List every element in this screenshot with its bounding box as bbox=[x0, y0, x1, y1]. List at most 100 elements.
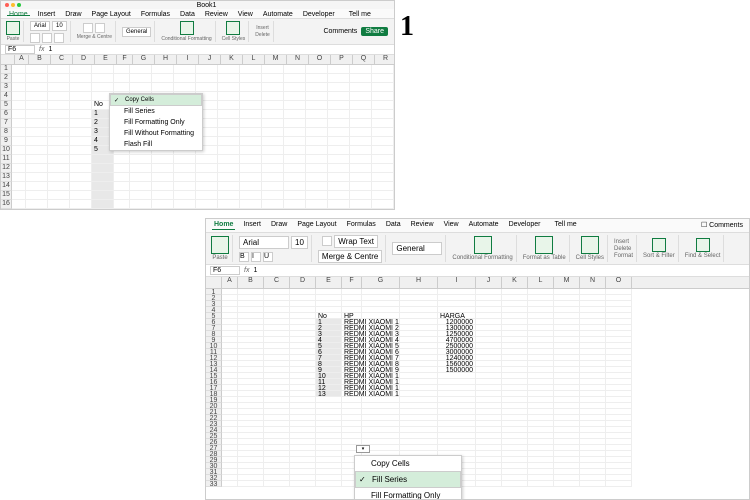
cell[interactable] bbox=[372, 110, 394, 119]
cell[interactable] bbox=[372, 182, 394, 191]
cell[interactable] bbox=[48, 182, 70, 191]
cell[interactable] bbox=[328, 173, 350, 182]
cell[interactable] bbox=[262, 92, 284, 101]
tab-insert[interactable]: Insert bbox=[36, 11, 58, 16]
cell[interactable] bbox=[306, 137, 328, 146]
cell[interactable] bbox=[114, 155, 130, 164]
cell[interactable] bbox=[196, 164, 218, 173]
menu-item-fill-formatting-only[interactable]: Fill Formatting Only bbox=[110, 117, 202, 128]
cell[interactable] bbox=[350, 119, 372, 128]
cell[interactable] bbox=[70, 83, 92, 92]
cell[interactable] bbox=[92, 155, 114, 164]
cell[interactable] bbox=[350, 110, 372, 119]
tab-review[interactable]: Review bbox=[203, 11, 230, 16]
cell[interactable] bbox=[372, 164, 394, 173]
cell[interactable] bbox=[114, 200, 130, 209]
cell[interactable] bbox=[174, 182, 196, 191]
row-header[interactable]: 6 bbox=[1, 110, 12, 119]
cell[interactable] bbox=[174, 173, 196, 182]
tab-automate[interactable]: Automate bbox=[467, 221, 501, 230]
cell[interactable] bbox=[92, 83, 114, 92]
cell[interactable] bbox=[196, 182, 218, 191]
fontsize-select[interactable]: 10 bbox=[291, 236, 308, 249]
cell[interactable] bbox=[264, 481, 290, 487]
cell[interactable] bbox=[350, 128, 372, 137]
cell[interactable] bbox=[240, 110, 262, 119]
minimize-icon[interactable] bbox=[11, 3, 15, 7]
cell[interactable] bbox=[350, 92, 372, 101]
underline-button[interactable] bbox=[54, 33, 64, 43]
italic-button[interactable]: I bbox=[251, 252, 261, 262]
tab-formulas[interactable]: Formulas bbox=[139, 11, 172, 16]
cell[interactable] bbox=[152, 164, 174, 173]
cell[interactable] bbox=[196, 74, 218, 83]
cell[interactable] bbox=[306, 155, 328, 164]
cell[interactable] bbox=[196, 65, 218, 74]
row-header[interactable]: 33 bbox=[206, 481, 222, 487]
cell[interactable] bbox=[372, 191, 394, 200]
menu-item-copy-cells[interactable]: Copy Cells bbox=[110, 94, 202, 106]
cell[interactable] bbox=[12, 173, 26, 182]
name-box[interactable]: F6 bbox=[5, 45, 35, 54]
cell[interactable] bbox=[350, 101, 372, 110]
cell[interactable] bbox=[328, 101, 350, 110]
cell[interactable] bbox=[262, 65, 284, 74]
col-header[interactable]: N bbox=[287, 55, 309, 64]
cell[interactable] bbox=[26, 191, 48, 200]
font-select[interactable]: Arial bbox=[30, 21, 50, 31]
cell[interactable] bbox=[12, 92, 26, 101]
cell[interactable] bbox=[48, 191, 70, 200]
col-header[interactable]: G bbox=[133, 55, 155, 64]
cell[interactable] bbox=[284, 173, 306, 182]
cell[interactable] bbox=[580, 481, 606, 487]
cell[interactable] bbox=[290, 481, 316, 487]
col-header[interactable]: H bbox=[155, 55, 177, 64]
cell[interactable] bbox=[262, 173, 284, 182]
cell[interactable] bbox=[218, 182, 240, 191]
row-header[interactable]: 1 bbox=[1, 65, 12, 74]
cell[interactable] bbox=[306, 128, 328, 137]
name-box[interactable]: F6 bbox=[210, 266, 240, 275]
tab-developer[interactable]: Developer bbox=[507, 221, 543, 230]
cell[interactable] bbox=[218, 83, 240, 92]
cell[interactable] bbox=[240, 119, 262, 128]
cell[interactable] bbox=[114, 74, 130, 83]
cell[interactable] bbox=[130, 182, 152, 191]
cell[interactable] bbox=[26, 164, 48, 173]
cell[interactable] bbox=[372, 83, 394, 92]
cell[interactable] bbox=[48, 101, 70, 110]
cell[interactable] bbox=[240, 83, 262, 92]
tab-insert[interactable]: Insert bbox=[241, 221, 263, 230]
cell[interactable] bbox=[152, 65, 174, 74]
cell[interactable] bbox=[328, 146, 350, 155]
row-header[interactable]: 15 bbox=[1, 191, 12, 200]
tab-page-layout[interactable]: Page Layout bbox=[295, 221, 338, 230]
cell[interactable] bbox=[12, 182, 26, 191]
cell[interactable] bbox=[26, 128, 48, 137]
col-header[interactable]: H bbox=[400, 277, 438, 288]
cell[interactable] bbox=[306, 92, 328, 101]
cell[interactable] bbox=[306, 101, 328, 110]
cell[interactable] bbox=[262, 191, 284, 200]
cell[interactable] bbox=[130, 83, 152, 92]
cell[interactable] bbox=[240, 173, 262, 182]
cell[interactable] bbox=[92, 164, 114, 173]
cell[interactable] bbox=[284, 137, 306, 146]
col-header[interactable]: K bbox=[221, 55, 243, 64]
grid[interactable]: ABCDEFGHIJKLMNO 12345NoHPHARGA61REDMI XI… bbox=[206, 277, 749, 499]
cell[interactable] bbox=[70, 146, 92, 155]
cell[interactable] bbox=[554, 481, 580, 487]
cell[interactable] bbox=[130, 65, 152, 74]
cell[interactable] bbox=[130, 74, 152, 83]
cell[interactable] bbox=[240, 191, 262, 200]
comments-button[interactable]: ☐ Comments bbox=[701, 221, 743, 230]
cell[interactable] bbox=[218, 155, 240, 164]
cell[interactable] bbox=[350, 182, 372, 191]
cell[interactable] bbox=[218, 110, 240, 119]
cell[interactable] bbox=[92, 191, 114, 200]
row-header[interactable]: 9 bbox=[1, 137, 12, 146]
align-left-button[interactable] bbox=[83, 23, 93, 33]
cell[interactable] bbox=[284, 110, 306, 119]
cell[interactable] bbox=[284, 146, 306, 155]
cell[interactable] bbox=[114, 173, 130, 182]
